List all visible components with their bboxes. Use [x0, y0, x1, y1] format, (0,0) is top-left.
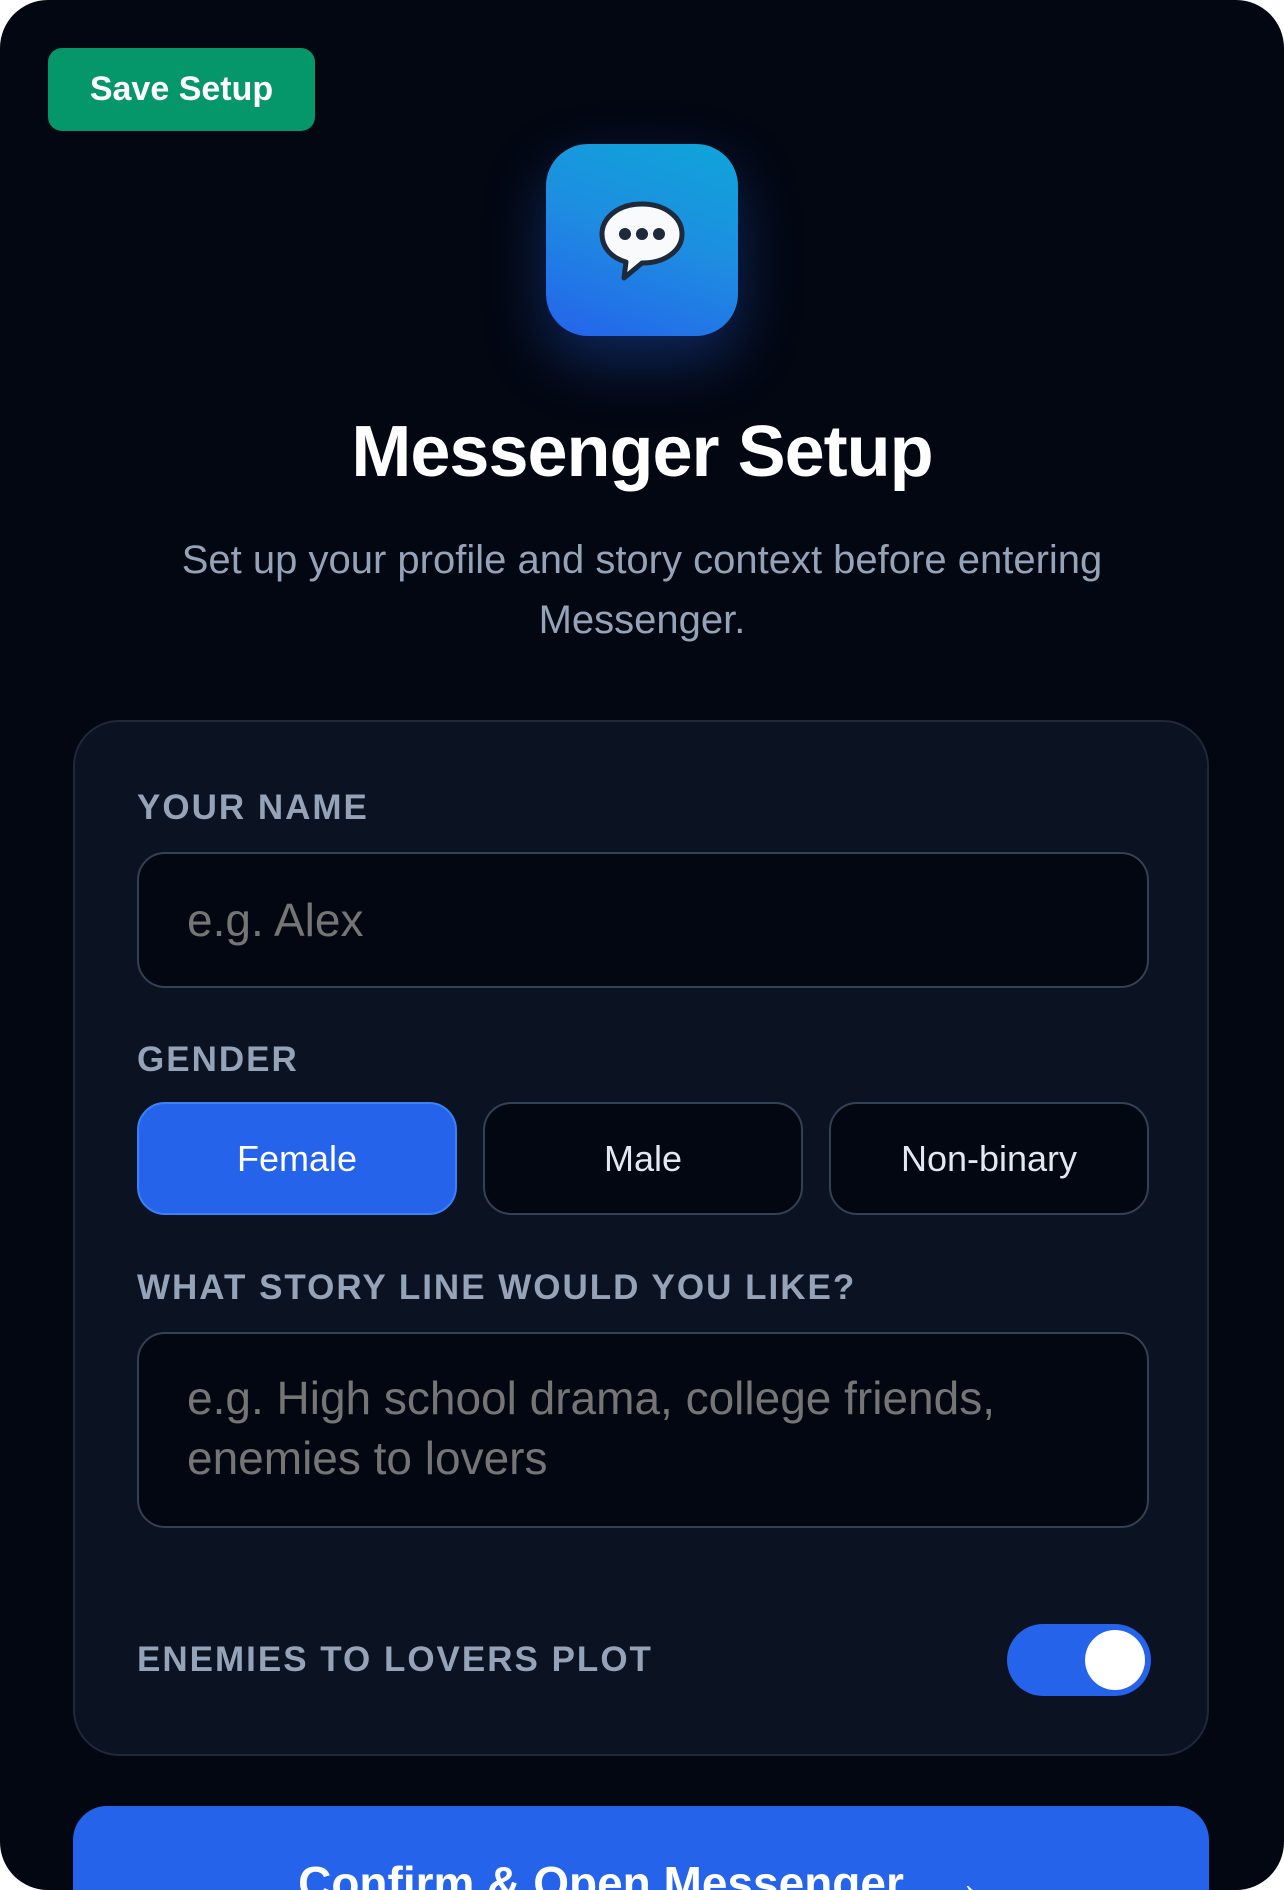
gender-option-male[interactable]: Male — [483, 1102, 803, 1215]
storyline-label: WHAT STORY LINE WOULD YOU LIKE? — [137, 1268, 857, 1307]
storyline-textarea[interactable] — [137, 1332, 1149, 1528]
toggle-knob — [1085, 1630, 1145, 1690]
app-icon — [546, 144, 738, 336]
name-label: YOUR NAME — [137, 788, 369, 827]
page-title: Messenger Setup — [351, 412, 933, 492]
app-screen: Save Setup Messenger Setup Set up your p… — [0, 0, 1284, 1890]
speech-bubble-icon — [599, 201, 685, 281]
arrow-right-icon: → — [937, 1857, 984, 1890]
name-input[interactable] — [137, 852, 1149, 988]
gender-label: GENDER — [137, 1040, 299, 1079]
confirm-open-messenger-button[interactable]: Confirm & Open Messenger → — [73, 1806, 1209, 1890]
gender-option-non-binary[interactable]: Non-binary — [829, 1102, 1149, 1215]
setup-form-card: YOUR NAME GENDER Female Male Non-binary … — [73, 720, 1209, 1756]
gender-option-female[interactable]: Female — [137, 1102, 457, 1215]
page-subtitle: Set up your profile and story context be… — [181, 538, 1103, 642]
save-setup-button[interactable]: Save Setup — [48, 48, 315, 131]
confirm-label: Confirm & Open Messenger — [298, 1857, 904, 1890]
enemies-to-lovers-label: ENEMIES TO LOVERS PLOT — [137, 1640, 653, 1679]
enemies-to-lovers-toggle[interactable] — [1007, 1624, 1151, 1696]
